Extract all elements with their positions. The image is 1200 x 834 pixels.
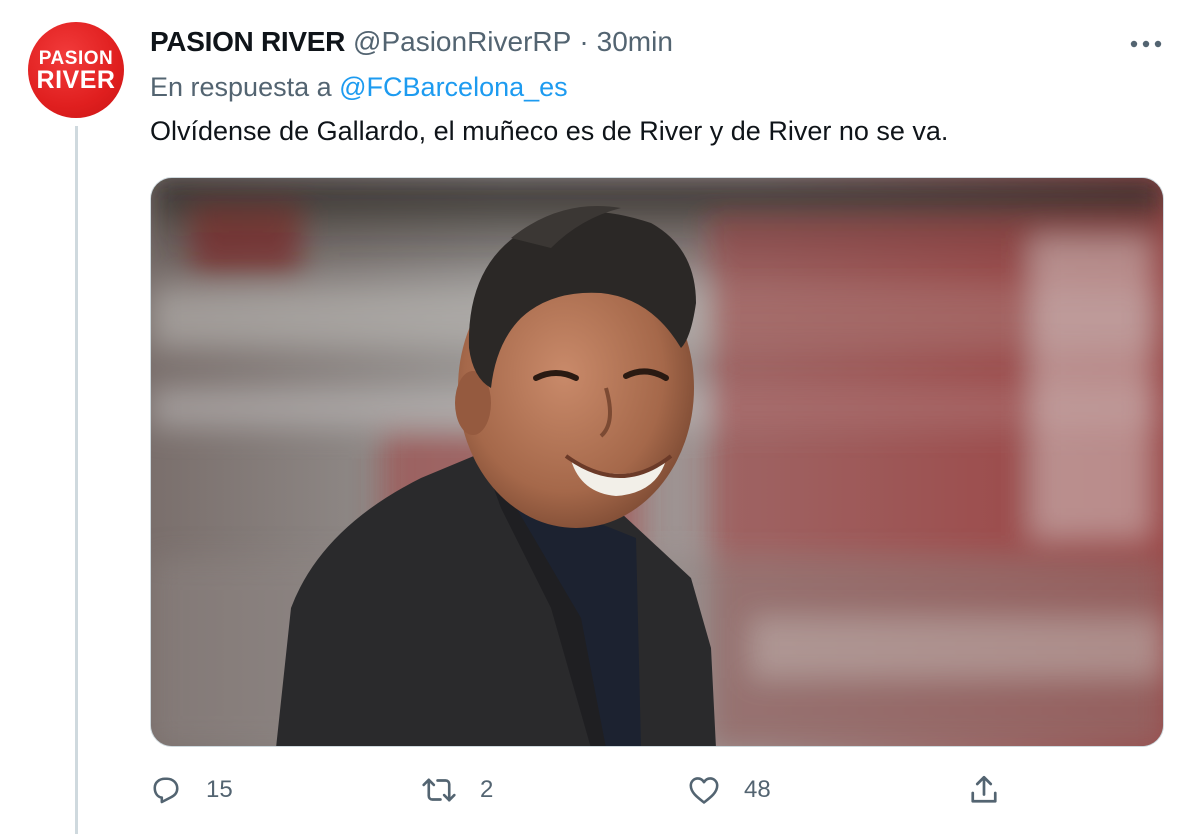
tweet-header: PASION RIVER @PasionRiverRP · 30min [150,26,673,58]
heart-icon [689,777,719,804]
more-horizontal-icon [1130,40,1162,48]
coach-portrait-image [151,178,1163,746]
reply-button[interactable]: 15 [148,772,233,808]
avatar[interactable]: PASION RIVER [28,22,124,118]
tweet-photo[interactable] [150,177,1164,747]
tweet[interactable]: PASION RIVER PASION RIVER @PasionRiverRP… [0,0,1200,834]
like-count: 48 [744,776,771,803]
retweet-count: 2 [480,776,494,803]
author-name[interactable]: PASION RIVER [150,26,345,58]
author-handle[interactable]: @PasionRiverRP [353,26,571,58]
retweet-button[interactable]: 2 [420,772,493,808]
reply-mention-link[interactable]: @FCBarcelona_es [339,72,568,102]
reply-count: 15 [206,776,233,803]
separator-dot: · [579,26,589,57]
reply-prefix: En respuesta a [150,72,332,102]
retweet-icon [422,778,456,802]
thread-line [75,126,78,834]
share-button[interactable] [966,772,1002,808]
share-upload-icon [971,775,997,803]
avatar-logo-line2: RIVER [36,65,116,94]
tweet-actions: 15 2 48 [148,772,1178,820]
avatar-logo-line1: PASION [38,47,114,69]
tweet-text: Olvídense de Gallardo, el muñeco es de R… [150,116,949,146]
more-options-button[interactable] [1126,26,1166,60]
tweet-timestamp[interactable]: 30min [597,26,673,58]
reply-context: En respuesta a @FCBarcelona_es [150,72,568,103]
like-button[interactable]: 48 [686,772,771,808]
reply-bubble-icon [153,777,179,804]
